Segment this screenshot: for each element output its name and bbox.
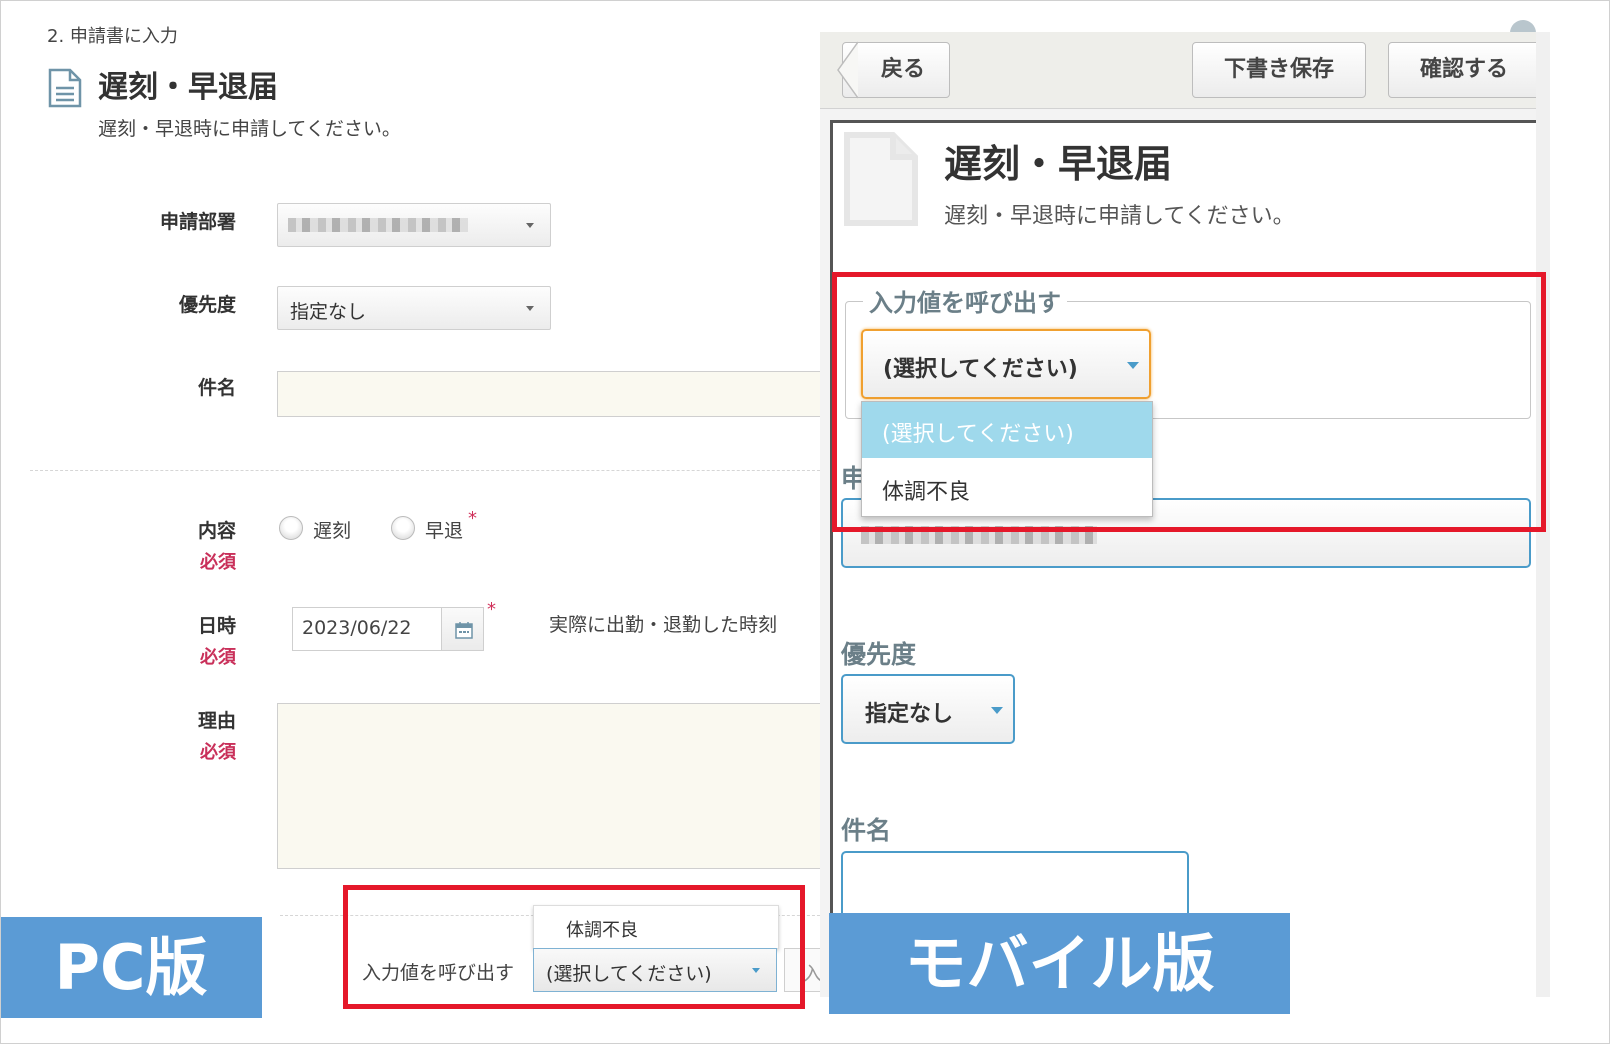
chevron-down-icon xyxy=(991,707,1003,714)
step-indicator: 2. 申請書に入力 xyxy=(47,26,178,47)
document-icon xyxy=(48,68,82,108)
mobile-priority-value: 指定なし xyxy=(865,702,954,727)
priority-value: 指定なし xyxy=(290,301,367,323)
chevron-down-icon xyxy=(526,223,534,228)
priority-label: 優先度 xyxy=(178,294,236,316)
reason-label: 理由 xyxy=(197,710,236,732)
subject-label: 件名 xyxy=(197,377,236,399)
form-title: 遅刻・早退届 xyxy=(98,70,278,105)
mobile-priority-label: 優先度 xyxy=(841,640,917,669)
mobile-form-title: 遅刻・早退届 xyxy=(944,142,1173,186)
mobile-subject-label: 件名 xyxy=(841,816,892,845)
pc-version-tag: PC版 xyxy=(0,917,262,1018)
mobile-priority-select[interactable]: 指定なし xyxy=(841,674,1015,744)
radio-late[interactable] xyxy=(279,516,303,540)
priority-select[interactable]: 指定なし xyxy=(277,286,551,330)
required-label: 必須 xyxy=(200,647,236,668)
mobile-form-description: 遅刻・早退時に申請してください。 xyxy=(944,204,1295,229)
required-label: 必須 xyxy=(200,552,236,573)
pc-highlight-box xyxy=(343,885,805,1009)
radio-early-label: 早退 xyxy=(425,520,464,542)
datetime-note: 実際に出勤・退勤した時刻 xyxy=(549,614,778,636)
back-button-label: 戻る xyxy=(880,57,925,82)
required-label: 必須 xyxy=(200,742,236,763)
date-input[interactable]: 2023/06/22 xyxy=(292,607,442,651)
mobile-version-tag: モバイル版 xyxy=(829,913,1290,1014)
form-description: 遅刻・早退時に申請してください。 xyxy=(98,118,401,140)
back-button[interactable]: 戻る xyxy=(842,42,950,98)
save-draft-label: 下書き保存 xyxy=(1223,57,1334,82)
dept-label: 申請部署 xyxy=(159,211,236,233)
mobile-content-frame: 遅刻・早退届 遅刻・早退時に申請してください。 入力値を呼び出す (選択してくだ… xyxy=(830,120,1542,997)
section-divider xyxy=(30,470,830,471)
blurred-dept-value xyxy=(288,218,468,232)
confirm-label: 確認する xyxy=(1419,57,1508,82)
subject-input[interactable] xyxy=(277,371,832,417)
dept-select[interactable] xyxy=(277,203,551,247)
calendar-button[interactable] xyxy=(441,607,484,651)
radio-late-label: 遅刻 xyxy=(313,520,352,542)
back-arrow-icon xyxy=(837,41,858,99)
required-mark: * xyxy=(468,508,477,529)
calendar-icon xyxy=(455,622,473,639)
document-icon xyxy=(844,132,918,226)
required-mark: * xyxy=(487,599,496,620)
content-label: 内容 xyxy=(197,520,236,542)
mobile-highlight-box xyxy=(832,272,1546,532)
reason-textarea[interactable] xyxy=(277,703,832,869)
chevron-down-icon xyxy=(526,306,534,311)
radio-early[interactable] xyxy=(391,516,415,540)
confirm-button[interactable]: 確認する xyxy=(1388,42,1540,98)
save-draft-button[interactable]: 下書き保存 xyxy=(1192,42,1366,98)
datetime-label: 日時 xyxy=(197,615,236,637)
